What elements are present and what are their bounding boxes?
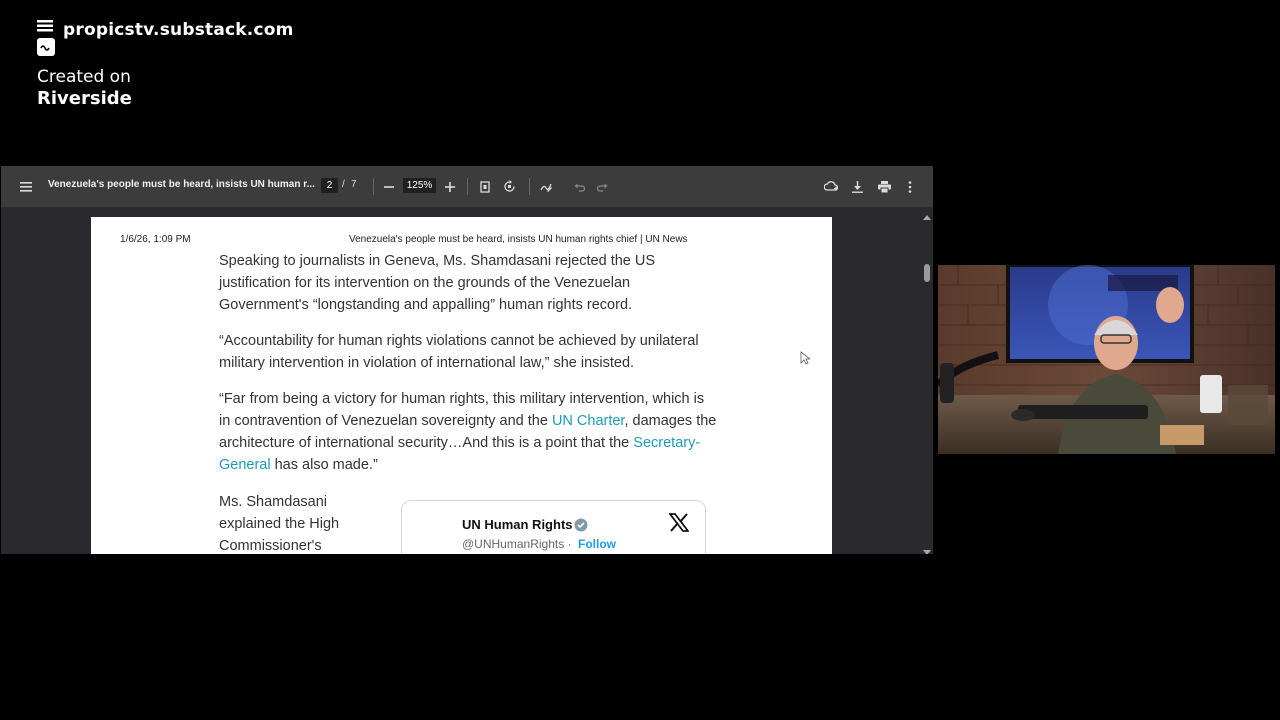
annotate-icon[interactable] [537,166,555,207]
pdf-toolbar: Venezuela's people must be heard, insist… [1,166,933,207]
toolbar-divider [373,178,374,195]
zoom-level-input[interactable]: 125% [403,178,436,193]
follow-link[interactable]: Follow [578,537,616,551]
toolbar-divider [529,178,530,195]
zoom-out-icon[interactable] [381,166,397,207]
webcam-video-feed [938,265,1275,454]
vertical-scrollbar[interactable] [921,207,933,554]
scroll-down-arrow-icon[interactable] [922,544,932,554]
mouse-cursor-icon [800,351,812,370]
total-pages: 7 [351,179,357,190]
x-logo-icon[interactable] [668,513,690,537]
verified-badge-icon [574,518,588,537]
tweet-handle: @UNHumanRights · [462,537,572,551]
page-number-input[interactable]: 2 [321,178,338,193]
print-icon[interactable] [875,166,893,207]
fit-page-icon[interactable] [477,166,493,207]
document-title: Venezuela's people must be heard, insist… [48,179,315,190]
article-paragraph: “Far from being a victory for human righ… [219,388,719,476]
pdf-viewer: Venezuela's people must be heard, insist… [1,166,933,554]
zoom-in-icon[interactable] [442,166,458,207]
download-icon[interactable] [849,166,865,207]
tweet-handle-text: @UNHumanRights [462,537,565,551]
platform-name: Riverside [37,88,132,109]
riverside-logo-icon [36,19,56,59]
channel-url: propicstv.substack.com [63,20,294,40]
add-drive-icon[interactable] [822,166,840,207]
embedded-tweet[interactable]: UN Human Rights @UNHumanRights · Follow [401,500,706,554]
toolbar-divider [467,178,468,195]
menu-icon[interactable] [17,166,35,207]
undo-icon[interactable] [571,166,587,207]
created-on-label: Created on [37,67,131,87]
redo-icon[interactable] [594,166,610,207]
article-paragraph: Ms. Shamdasani explained the High Commis… [219,494,340,554]
article-paragraph: “Accountability for human rights violati… [219,333,699,371]
page-separator: / [342,179,345,190]
tweet-author-name: UN Human Rights [462,517,573,532]
pdf-canvas[interactable]: 1/6/26, 1:09 PM Venezuela's people must … [1,207,921,554]
un-charter-link[interactable]: UN Charter [552,413,625,429]
scrollbar-thumb[interactable] [924,264,930,282]
text-run: has also made.” [270,457,378,473]
more-icon[interactable] [903,166,917,207]
rotate-icon[interactable] [500,166,518,207]
scroll-up-arrow-icon[interactable] [922,208,932,226]
article-paragraph: Speaking to journalists in Geneva, Ms. S… [219,253,656,313]
tweet-separator: · [564,537,572,551]
page-header-date: 1/6/26, 1:09 PM [120,234,191,245]
pdf-page: 1/6/26, 1:09 PM Venezuela's people must … [91,217,832,554]
page-header-title: Venezuela's people must be heard, insist… [349,234,688,245]
